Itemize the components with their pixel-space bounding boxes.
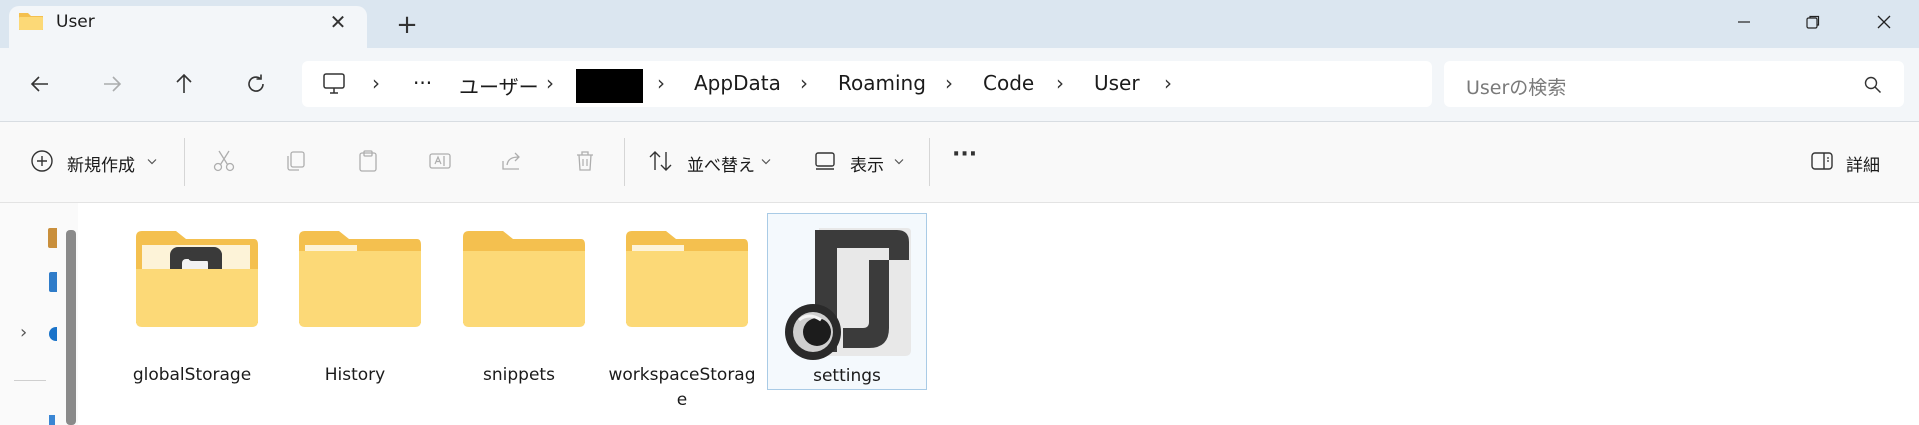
folder-icon (19, 13, 43, 30)
back-button[interactable] (18, 62, 62, 106)
onedrive-icon[interactable] (49, 327, 57, 341)
share-icon[interactable] (500, 149, 524, 173)
folder-item-history[interactable]: History (276, 213, 434, 388)
breadcrumb-user[interactable]: User (1094, 71, 1140, 95)
toolbar-divider (929, 138, 930, 186)
breadcrumb-users[interactable]: ユーザー (459, 71, 539, 100)
item-name: globalStorage (132, 365, 252, 385)
forward-button[interactable] (90, 62, 134, 106)
delete-icon[interactable] (573, 149, 597, 173)
chevron-right-icon[interactable]: › (546, 71, 554, 95)
chevron-down-icon (147, 159, 157, 165)
chevron-down-icon (761, 159, 771, 165)
scrollbar[interactable] (66, 230, 76, 425)
up-button[interactable] (162, 62, 206, 106)
sort-label: 並べ替え (687, 156, 755, 176)
file-item-settings[interactable]: settings (767, 213, 927, 390)
sort-icon (649, 151, 672, 171)
arrow-up-icon (176, 73, 192, 93)
item-name: History (324, 365, 386, 385)
close-tab-icon[interactable]: ✕ (325, 9, 351, 35)
restore-button[interactable] (1783, 6, 1843, 38)
toolbar-divider (184, 138, 185, 186)
search-placeholder: Userの検索 (1466, 77, 1567, 99)
breadcrumb-appdata[interactable]: AppData (694, 71, 781, 95)
folder-item-globalstorage[interactable]: globalStorage (113, 213, 271, 388)
rename-icon[interactable] (428, 149, 452, 173)
folder-icon (136, 231, 258, 327)
details-pane-icon (1811, 152, 1833, 170)
close-window-button[interactable] (1854, 6, 1914, 38)
toolbar-divider (624, 138, 625, 186)
item-name: settings (813, 366, 881, 386)
view-icon (815, 152, 835, 170)
this-pc-icon[interactable] (322, 73, 346, 95)
view-label: 表示 (850, 156, 884, 176)
more-options-icon[interactable]: ··· (952, 142, 977, 167)
chevron-right-icon[interactable]: › (800, 71, 808, 95)
gallery-icon[interactable] (49, 272, 57, 292)
restore-icon (1806, 15, 1820, 29)
redacted-username[interactable] (576, 69, 643, 103)
folder-icon (626, 231, 748, 327)
plus-circle-icon (31, 150, 53, 172)
drive-icon[interactable] (49, 415, 55, 425)
search-icon[interactable] (1864, 76, 1882, 94)
refresh-icon (248, 74, 264, 92)
chevron-right-icon[interactable]: › (657, 71, 665, 95)
breadcrumb-ellipsis[interactable]: ··· (413, 71, 432, 95)
chevron-right-icon[interactable]: › (945, 71, 953, 95)
chevron-right-icon[interactable]: › (1164, 71, 1172, 95)
folder-item-workspacestorage[interactable]: workspaceStorag e (603, 213, 761, 410)
item-name: workspaceStorag e (608, 365, 756, 410)
copy-icon[interactable] (284, 149, 308, 173)
refresh-button[interactable] (234, 62, 278, 106)
chevron-right-icon[interactable]: › (1056, 71, 1064, 95)
arrow-left-icon (30, 76, 48, 92)
minimize-icon (1738, 21, 1750, 23)
chevron-right-icon[interactable]: › (20, 322, 27, 343)
folder-icon (299, 231, 421, 327)
paste-icon[interactable] (356, 149, 380, 173)
pane-divider (14, 380, 46, 381)
new-label: 新規作成 (67, 156, 135, 176)
chevron-down-icon (894, 159, 904, 165)
breadcrumb-roaming[interactable]: Roaming (838, 71, 926, 95)
details-label: 詳細 (1846, 156, 1880, 176)
chevron-right-icon[interactable]: › (372, 71, 380, 95)
cut-icon[interactable] (212, 149, 236, 173)
close-icon (1877, 15, 1891, 29)
new-tab-button[interactable]: + (390, 10, 424, 40)
tab-title: User (56, 12, 95, 32)
folder-icon (463, 231, 585, 327)
item-name: snippets (483, 365, 555, 385)
folder-item-snippets[interactable]: snippets (440, 213, 598, 388)
minimize-button[interactable] (1714, 6, 1774, 38)
home-icon[interactable] (48, 228, 57, 248)
breadcrumb-code[interactable]: Code (983, 71, 1034, 95)
arrow-right-icon (104, 76, 122, 92)
json-file-icon (785, 228, 911, 360)
